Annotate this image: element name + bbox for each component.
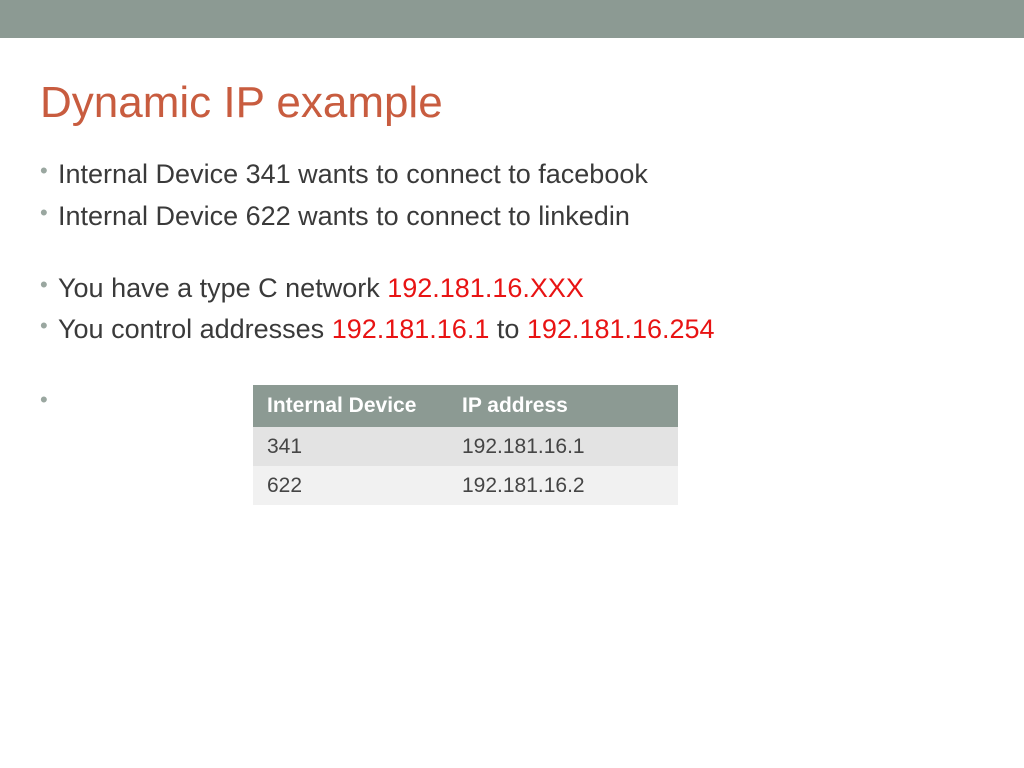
bullet-text-ip: 192.181.16.1 xyxy=(332,314,490,344)
bullet-text-ip: 192.181.16.XXX xyxy=(387,273,584,303)
table-header-ip: IP address xyxy=(448,385,678,426)
slide-content: Dynamic IP example Internal Device 341 w… xyxy=(0,38,1024,505)
table-header-row: Internal Device IP address xyxy=(253,385,678,426)
bullet-text-ip: 192.181.16.254 xyxy=(527,314,715,344)
bullet-text-pre: You have a type C network xyxy=(58,273,387,303)
bullet-text: Internal Device 622 wants to connect to … xyxy=(58,201,630,231)
table-row: 341 192.181.16.1 xyxy=(253,427,678,466)
bullet-item: You have a type C network 192.181.16.XXX xyxy=(40,270,984,308)
table-cell-ip: 192.181.16.2 xyxy=(448,466,678,505)
table-cell-device: 622 xyxy=(253,466,448,505)
table-cell-ip: 192.181.16.1 xyxy=(448,427,678,466)
bullet-text: Internal Device 341 wants to connect to … xyxy=(58,159,648,189)
bullet-item: You control addresses 192.181.16.1 to 19… xyxy=(40,311,984,349)
ip-table-wrap: Internal Device IP address 341 192.181.1… xyxy=(253,385,984,505)
table-header-device: Internal Device xyxy=(253,385,448,426)
bullet-item: Internal Device 341 wants to connect to … xyxy=(40,156,984,194)
bullet-list: Internal Device IP address 341 192.181.1… xyxy=(40,385,984,505)
ip-table: Internal Device IP address 341 192.181.1… xyxy=(253,385,678,505)
bullet-item-empty: Internal Device IP address 341 192.181.1… xyxy=(40,385,984,505)
top-bar xyxy=(0,0,1024,38)
bullet-list: You have a type C network 192.181.16.XXX… xyxy=(40,270,984,350)
bullet-item: Internal Device 622 wants to connect to … xyxy=(40,198,984,236)
bullet-text-mid: to xyxy=(489,314,527,344)
table-row: 622 192.181.16.2 xyxy=(253,466,678,505)
slide-title: Dynamic IP example xyxy=(40,78,984,128)
table-cell-device: 341 xyxy=(253,427,448,466)
bullet-list: Internal Device 341 wants to connect to … xyxy=(40,156,984,236)
bullet-text-pre: You control addresses xyxy=(58,314,332,344)
